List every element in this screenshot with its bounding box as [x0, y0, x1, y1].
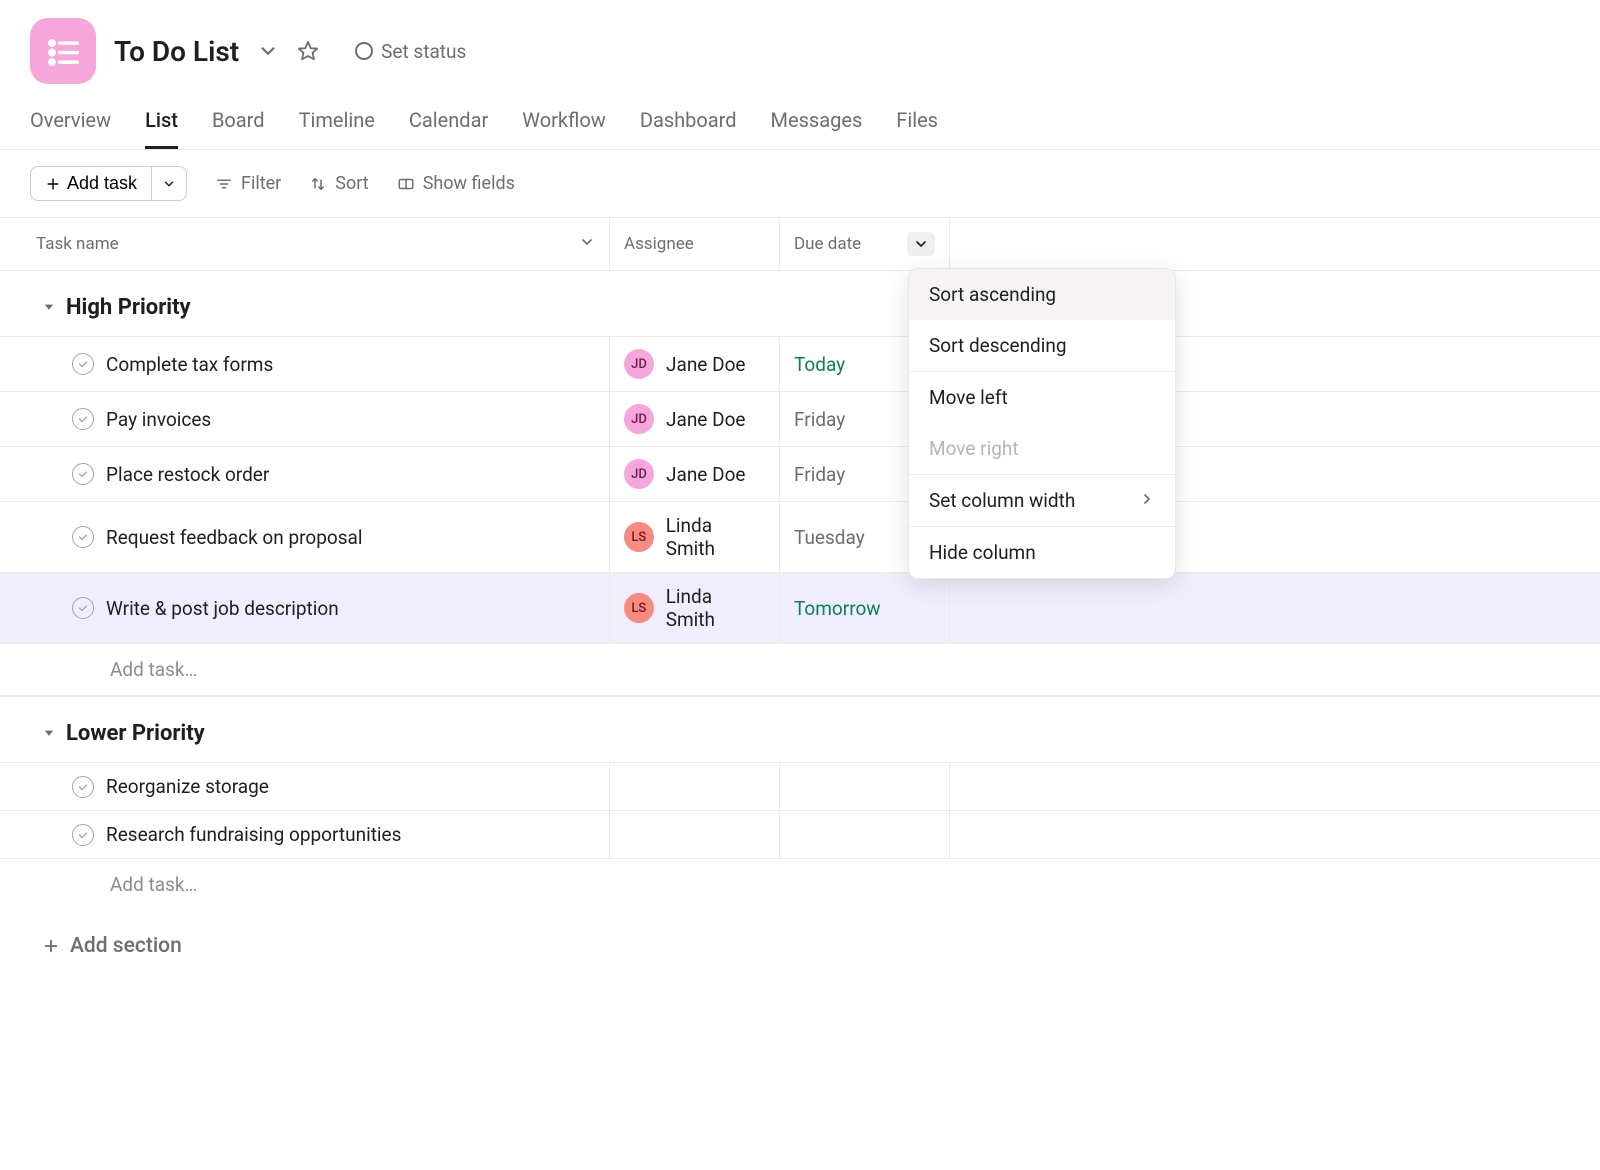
project-menu-chevron[interactable] — [257, 40, 279, 62]
sort-label: Sort — [335, 173, 368, 194]
column-header-assignee[interactable]: Assignee — [610, 218, 780, 270]
column-header-task-name[interactable]: Task name — [0, 218, 610, 270]
menu-item-set-column-width[interactable]: Set column width — [909, 474, 1175, 526]
sort-button[interactable]: Sort — [309, 173, 368, 194]
tab-workflow[interactable]: Workflow — [522, 98, 606, 149]
section-heading[interactable]: Lower Priority — [0, 697, 1600, 762]
tab-messages[interactable]: Messages — [771, 98, 863, 149]
due-date-menu-trigger[interactable] — [907, 232, 935, 256]
due-date[interactable]: Tomorrow — [794, 597, 881, 620]
task-row[interactable]: Place restock order JD Jane Doe Friday — [0, 446, 1600, 501]
column-options-menu: Sort ascending Sort descending Move left Mo… — [908, 268, 1176, 579]
project-title[interactable]: To Do List — [114, 35, 239, 68]
complete-task-checkbox[interactable] — [72, 824, 94, 846]
task-name: Research fundraising opportunities — [106, 823, 401, 846]
menu-item-hide-column[interactable]: Hide column — [909, 526, 1175, 578]
due-date[interactable]: Today — [794, 353, 845, 376]
tab-files[interactable]: Files — [896, 98, 938, 149]
due-date[interactable]: Friday — [794, 463, 845, 486]
due-date[interactable]: Friday — [794, 408, 845, 431]
star-icon[interactable] — [297, 40, 319, 62]
set-status-label: Set status — [381, 40, 466, 63]
menu-item-move-left[interactable]: Move left — [909, 371, 1175, 423]
tab-list[interactable]: List — [145, 98, 178, 149]
tab-overview[interactable]: Overview — [30, 98, 111, 149]
chevron-down-icon[interactable] — [579, 234, 595, 255]
column-header-add[interactable] — [950, 218, 1600, 270]
column-header-label: Assignee — [624, 234, 694, 254]
project-icon[interactable] — [30, 18, 96, 84]
filter-button[interactable]: Filter — [215, 173, 281, 194]
avatar[interactable]: LS — [624, 593, 654, 623]
show-fields-button[interactable]: Show fields — [397, 173, 515, 194]
complete-task-checkbox[interactable] — [72, 408, 94, 430]
status-circle-icon — [355, 42, 373, 60]
add-section-label: Add section — [70, 934, 182, 958]
due-date[interactable]: Tuesday — [794, 526, 865, 549]
avatar[interactable]: JD — [624, 404, 654, 434]
assignee-name: Linda Smith — [666, 514, 765, 560]
avatar[interactable]: JD — [624, 349, 654, 379]
menu-item-label: Sort descending — [929, 334, 1067, 357]
task-name: Pay invoices — [106, 408, 211, 431]
task-name: Complete tax forms — [106, 353, 273, 376]
menu-item-label: Sort ascending — [929, 283, 1056, 306]
complete-task-checkbox[interactable] — [72, 597, 94, 619]
add-task-inline[interactable]: Add task… — [0, 643, 1600, 696]
project-tabs: Overview List Board Timeline Calendar Workflo… — [0, 98, 1600, 150]
complete-task-checkbox[interactable] — [72, 776, 94, 798]
menu-item-sort-descending[interactable]: Sort descending — [909, 320, 1175, 371]
task-row[interactable]: Complete tax forms JD Jane Doe Today — [0, 336, 1600, 391]
menu-item-move-right: Move right — [909, 423, 1175, 474]
tab-board[interactable]: Board — [212, 98, 265, 149]
task-row[interactable]: Request feedback on proposal LS Linda Smit… — [0, 501, 1600, 572]
task-name: Write & post job description — [106, 597, 339, 620]
section-name: High Priority — [66, 295, 191, 320]
section-name: Lower Priority — [66, 721, 205, 746]
menu-item-label: Move right — [929, 437, 1019, 460]
task-row[interactable]: Reorganize storage — [0, 762, 1600, 810]
triangle-down-icon — [42, 721, 56, 746]
tab-timeline[interactable]: Timeline — [299, 98, 375, 149]
column-header-due-date[interactable]: Due date — [780, 218, 950, 270]
filter-label: Filter — [241, 173, 281, 194]
tab-calendar[interactable]: Calendar — [409, 98, 488, 149]
menu-item-sort-ascending[interactable]: Sort ascending — [909, 269, 1175, 320]
show-fields-label: Show fields — [423, 173, 515, 194]
menu-item-label: Move left — [929, 386, 1008, 409]
add-task-button[interactable]: Add task — [30, 166, 151, 201]
column-header-label: Due date — [794, 234, 861, 254]
add-task-inline[interactable]: Add task… — [0, 858, 1600, 910]
set-status-button[interactable]: Set status — [355, 40, 466, 63]
menu-item-label: Set column width — [929, 489, 1075, 512]
task-name: Reorganize storage — [106, 775, 269, 798]
chevron-right-icon — [1139, 489, 1155, 512]
task-name: Request feedback on proposal — [106, 526, 362, 549]
add-task-dropdown[interactable] — [151, 166, 187, 201]
add-task-label: Add task — [67, 173, 137, 194]
complete-task-checkbox[interactable] — [72, 353, 94, 375]
column-header-label: Task name — [14, 234, 119, 254]
tab-dashboard[interactable]: Dashboard — [640, 98, 737, 149]
assignee-name: Linda Smith — [666, 585, 765, 631]
menu-item-label: Hide column — [929, 541, 1036, 564]
complete-task-checkbox[interactable] — [72, 463, 94, 485]
task-row[interactable]: Pay invoices JD Jane Doe Friday — [0, 391, 1600, 446]
assignee-name: Jane Doe — [666, 353, 745, 376]
section-heading[interactable]: High Priority — [0, 271, 1600, 336]
add-section-button[interactable]: Add section — [0, 910, 1600, 958]
task-name: Place restock order — [106, 463, 269, 486]
task-row[interactable]: Research fundraising opportunities — [0, 810, 1600, 858]
assignee-name: Jane Doe — [666, 463, 745, 486]
avatar[interactable]: JD — [624, 459, 654, 489]
avatar[interactable]: LS — [624, 522, 654, 552]
assignee-name: Jane Doe — [666, 408, 745, 431]
triangle-down-icon — [42, 295, 56, 320]
complete-task-checkbox[interactable] — [72, 526, 94, 548]
task-row[interactable]: Write & post job description LS Linda Smit… — [0, 572, 1600, 643]
